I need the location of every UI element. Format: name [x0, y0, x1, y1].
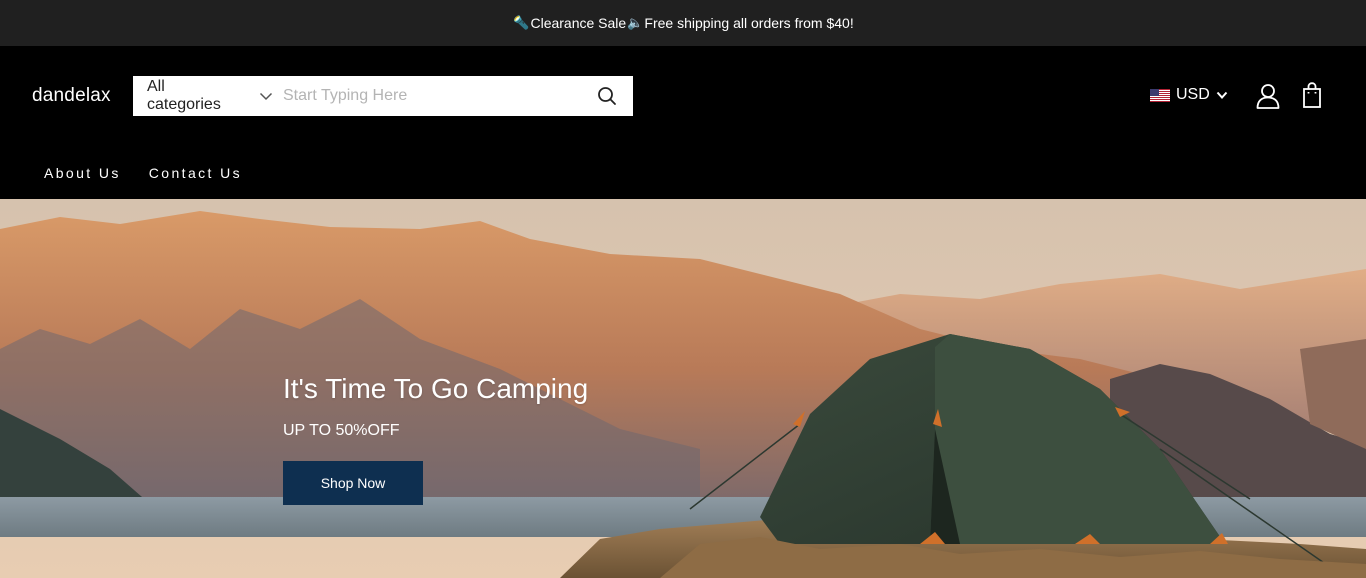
site-header: dandelax All categories US — [0, 46, 1366, 199]
currency-selector[interactable]: USD — [1150, 86, 1228, 104]
sale-text: Clearance Sale — [530, 15, 627, 31]
nav-item-about-us[interactable]: About Us — [44, 165, 121, 181]
hero-banner: It's Time To Go Camping UP TO 50%OFF Sho… — [0, 199, 1366, 578]
hero-subtitle: UP TO 50%OFF — [283, 422, 400, 439]
logo[interactable]: dandelax — [32, 85, 111, 107]
category-select[interactable]: All categories — [133, 76, 273, 116]
nav-item-contact-us[interactable]: Contact Us — [149, 165, 242, 181]
shipping-text: Free shipping all orders from $40! — [644, 15, 854, 31]
search-icon — [598, 87, 616, 105]
search-button[interactable] — [581, 76, 633, 116]
chevron-down-icon — [259, 92, 273, 101]
announcement-bar: 🔦 Clearance Sale 🔈 Free shipping all ord… — [0, 0, 1366, 46]
main-nav: About Us Contact Us — [44, 165, 242, 181]
search-input[interactable] — [273, 76, 581, 116]
category-select-label: All categories — [147, 78, 221, 113]
hero-background-image — [0, 199, 1366, 578]
hero-text: It's Time To Go Camping UP TO 50%OFF — [283, 373, 588, 440]
us-flag-icon — [1150, 88, 1170, 102]
chevron-down-icon — [1216, 91, 1228, 99]
search-bar: All categories — [133, 76, 633, 116]
hero-title: It's Time To Go Camping — [283, 373, 589, 404]
user-icon[interactable] — [1255, 83, 1281, 109]
shopping-bag-icon[interactable] — [1300, 82, 1324, 108]
speaker-icon: 🔈 — [627, 15, 644, 30]
flashlight-icon: 🔦 — [513, 15, 530, 30]
shop-now-button[interactable]: Shop Now — [283, 461, 423, 505]
currency-label: USD — [1176, 86, 1210, 103]
